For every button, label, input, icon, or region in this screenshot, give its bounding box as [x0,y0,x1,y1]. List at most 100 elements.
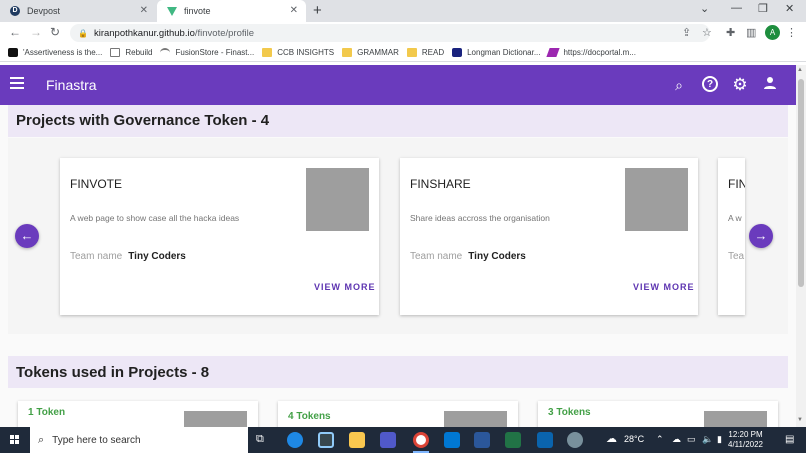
bookmark-item[interactable]: FusionStore - Finast... [160,48,254,57]
tokens-section-header: Tokens used in Projects - 8 [8,356,788,388]
browser-menu-icon[interactable]: ⋮ [786,26,797,39]
folder-icon [342,48,353,57]
task-view-icon[interactable]: ⧉ [256,433,264,446]
minimize-icon[interactable]: — [731,2,742,14]
network-icon[interactable]: ▭ [687,434,696,445]
weather-icon[interactable]: ☁ [606,432,617,445]
bookmark-item[interactable]: https://docportal.m... [546,48,636,57]
clock-date: 4/11/2022 [728,440,763,449]
menu-icon[interactable] [10,77,24,91]
word-icon[interactable] [474,432,490,448]
taskbar-search[interactable]: ⌕ Type here to search [30,427,248,453]
close-window-icon[interactable]: ✕ [785,2,794,15]
tab-devpost[interactable]: D Devpost ✕ [0,0,156,22]
windows-start-icon[interactable] [10,435,20,445]
side-panel-icon[interactable]: ▥ [746,26,756,39]
store-icon[interactable] [318,432,334,448]
bookmark-item[interactable]: CCB INSIGHTS [262,48,334,57]
app-header: Finastra ⌕ ? ⚙ [0,65,796,105]
scroll-down-icon[interactable]: ▼ [797,417,803,423]
excel-icon[interactable] [505,432,521,448]
network-app-icon[interactable] [567,432,583,448]
taskbar-clock[interactable]: 12:20 PM 4/11/2022 [728,430,763,450]
devpost-icon: D [10,6,20,16]
project-title: FINSHARE [410,177,471,191]
main-content: Projects with Governance Token - 4 FINVO… [0,105,796,427]
bookmark-item[interactable]: READ [406,48,445,57]
restore-icon[interactable]: ❐ [758,2,768,15]
team-name: Tiny Coders [468,251,526,262]
team-row: Tea [728,251,744,262]
page-scrollbar[interactable]: ▲ ▼ [796,65,806,427]
project-card: FINSHARE Share ideas accross the organis… [400,158,698,315]
onedrive-icon[interactable]: ☁ [672,434,681,445]
carousel-next-button[interactable]: → [749,224,773,248]
project-image [625,168,688,231]
projects-section-header: Projects with Governance Token - 4 [8,105,788,137]
file-explorer-icon[interactable] [349,432,365,448]
settings-icon[interactable]: ⚙ [731,76,749,94]
address-bar[interactable]: 🔒 kiranpothkanur.github.io/finvote/profi… [70,24,710,42]
bookmark-label: GRAMMAR [357,48,399,57]
view-more-button[interactable]: VIEW MORE [633,282,695,292]
longman-icon [452,48,463,57]
tab-search-icon[interactable]: ⌄ [700,2,709,15]
chrome-icon[interactable] [413,432,429,448]
teams-icon[interactable] [380,432,396,448]
outlook-icon[interactable] [537,432,553,448]
bookmark-item[interactable]: 'Assertiveness is the... [8,48,102,57]
account-icon[interactable] [761,76,779,94]
close-tab-icon[interactable]: ✕ [290,5,298,16]
scroll-thumb[interactable] [798,79,804,287]
token-count: 3 Tokens [548,407,591,418]
back-icon[interactable]: ← [9,25,21,39]
help-icon[interactable]: ? [702,76,718,92]
folder-icon [406,48,417,57]
clock-time: 12:20 PM [728,430,763,439]
forward-icon[interactable]: → [30,25,42,39]
profile-avatar[interactable]: A [765,25,780,40]
project-description: Share ideas accross the organisation [410,213,550,223]
bookmark-label: 'Assertiveness is the... [23,48,103,57]
bookmark-label: Rebuild [125,48,153,57]
bookmark-item[interactable]: Rebuild [110,48,152,57]
search-icon: ⌕ [38,433,45,446]
chevron-up-icon[interactable]: ⌃ [656,434,664,445]
mail-icon[interactable] [444,432,460,448]
notifications-icon[interactable]: ▤ [785,434,794,445]
share-icon[interactable]: ⇪ [682,26,691,39]
bookmark-label: CCB INSIGHTS [277,48,335,57]
bookmark-item[interactable]: Longman Dictionar... [452,48,540,57]
projects-heading: Projects with Governance Token - 4 [16,112,270,129]
carousel-prev-button[interactable]: ← [15,224,39,248]
token-card: 1 Token [18,401,258,427]
bookmark-star-icon[interactable]: ☆ [702,26,712,39]
new-tab-button[interactable]: + [313,2,322,19]
extensions-icon[interactable]: ✚ [726,26,735,39]
browser-tab-strip: D Devpost ✕ finvote ✕ + ⌄ — ❐ ✕ [0,0,806,22]
scroll-up-icon[interactable]: ▲ [797,67,803,73]
volume-icon[interactable]: 🔈 [702,434,713,445]
bookmark-label: READ [421,48,445,57]
weather-temp[interactable]: 28°C [624,434,644,444]
team-label: Tea [728,251,745,262]
battery-icon[interactable]: ▮ [717,434,722,445]
team-label: Team name [410,251,463,262]
view-more-button[interactable]: VIEW MORE [314,282,376,292]
link-icon [546,48,561,57]
vue-icon [167,6,177,16]
team-label: Team name [70,251,123,262]
token-count: 1 Token [28,407,66,418]
close-tab-icon[interactable]: ✕ [140,5,148,16]
reload-icon[interactable]: ↻ [50,25,60,39]
project-card-partial: FIN A w Tea [718,158,745,315]
fusion-icon [160,48,171,57]
browser-toolbar: ← → ↻ 🔒 kiranpothkanur.github.io/finvote… [0,22,806,44]
team-name: Tiny Coders [128,251,186,262]
edge-icon[interactable] [287,432,303,448]
token-card: 3 Tokens [538,401,778,427]
bookmarks-bar: 'Assertiveness is the... Rebuild FusionS… [0,44,806,62]
search-icon[interactable]: ⌕ [670,76,688,94]
tab-finvote[interactable]: finvote ✕ [157,0,306,22]
bookmark-item[interactable]: GRAMMAR [342,48,399,57]
